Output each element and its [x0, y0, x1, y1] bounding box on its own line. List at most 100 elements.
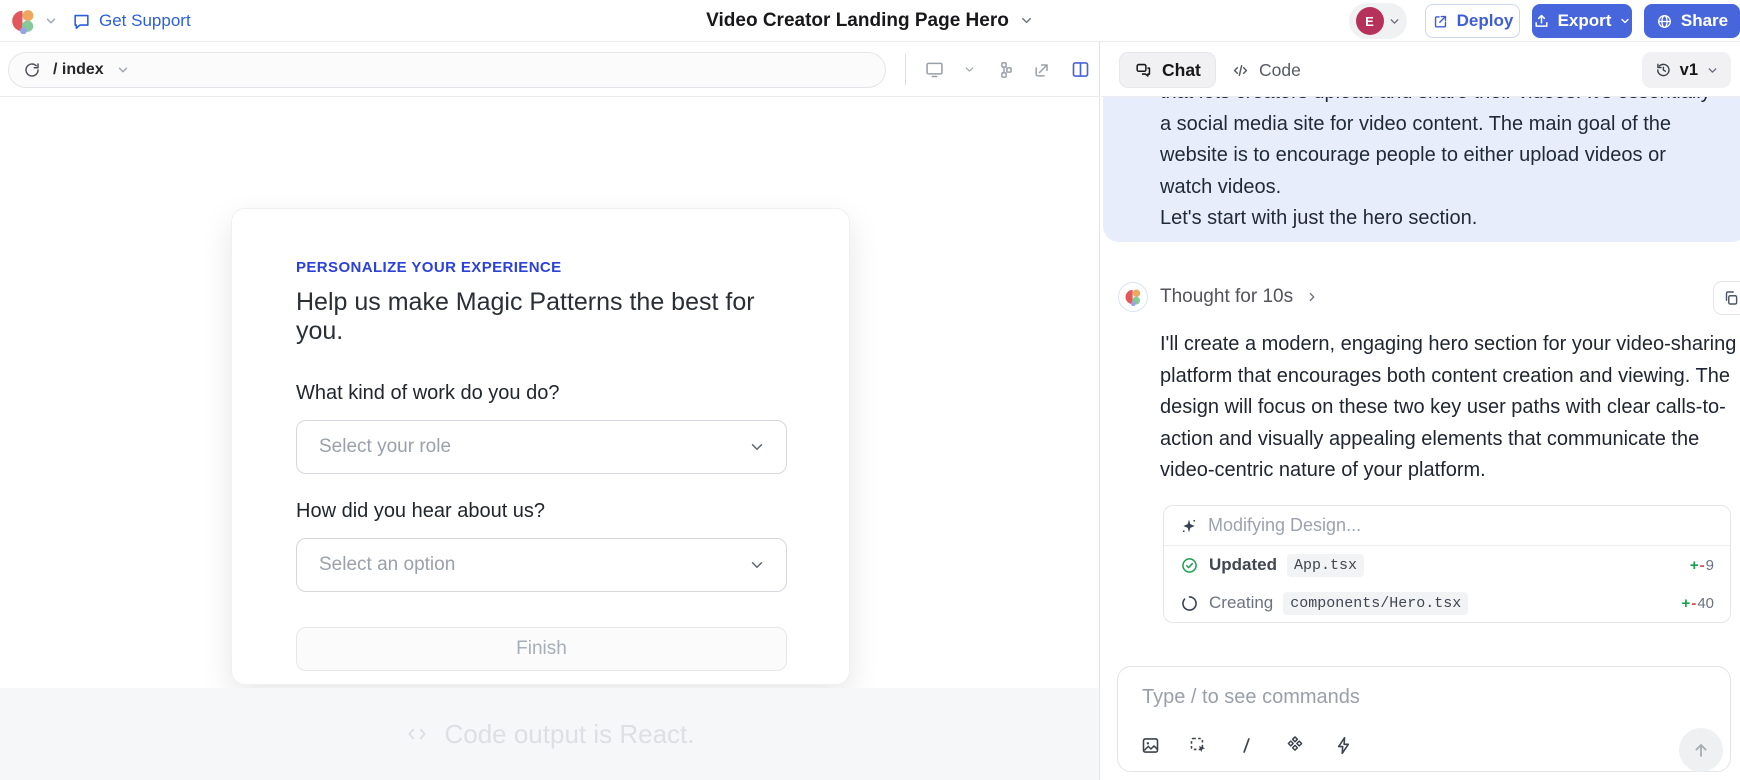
topbar: Get Support Video Creator Landing Page H… — [0, 0, 1740, 42]
account-menu[interactable]: E — [1349, 3, 1407, 39]
task-file: App.tsx — [1287, 554, 1364, 577]
deploy-label: Deploy — [1457, 11, 1514, 31]
component-tree-icon[interactable] — [994, 60, 1014, 80]
chevron-down-icon[interactable] — [963, 63, 976, 76]
version-label: v1 — [1680, 61, 1698, 80]
preview-canvas: PERSONALIZE YOUR EXPERIENCE Help us make… — [0, 97, 1099, 780]
get-support-label: Get Support — [99, 11, 191, 31]
diff-count: 9 — [1706, 557, 1714, 574]
chevron-down-icon — [1619, 15, 1631, 27]
slash-command-icon[interactable] — [1236, 735, 1257, 756]
route-selector[interactable]: / index — [8, 52, 886, 88]
chat-toolbar: Chat Code v1 — [1101, 42, 1740, 97]
chevron-down-icon — [1019, 13, 1034, 28]
chat-scroll-area[interactable]: that lets creators upload and share thei… — [1101, 97, 1740, 780]
history-icon — [1654, 61, 1672, 79]
role-question-label: What kind of work do you do? — [296, 382, 785, 405]
select-element-icon[interactable] — [1188, 735, 1209, 756]
code-output-watermark: Code output is React. — [0, 688, 1099, 780]
lightning-icon[interactable] — [1333, 735, 1354, 756]
app-root: Get Support Video Creator Landing Page H… — [0, 0, 1740, 780]
task-action: Creating — [1209, 593, 1273, 613]
magic-patterns-logo-icon — [10, 8, 36, 34]
user-message: that lets creators upload and share thei… — [1103, 97, 1740, 242]
share-button[interactable]: Share — [1644, 4, 1740, 38]
chevron-down-icon — [1388, 15, 1401, 28]
open-in-new-window-icon[interactable] — [1032, 60, 1052, 80]
task-row: Creating components/Hero.tsx + - 40 — [1164, 584, 1730, 622]
tab-chat-label: Chat — [1162, 60, 1201, 81]
device-preview-button[interactable] — [924, 59, 945, 80]
role-select-placeholder: Select your role — [319, 436, 451, 458]
deploy-button[interactable]: Deploy — [1425, 4, 1520, 38]
avatar: E — [1356, 7, 1384, 35]
chat-input[interactable] — [1142, 681, 1702, 713]
external-link-icon — [1432, 13, 1449, 30]
code-icon — [1231, 61, 1250, 80]
thought-label: Thought for 10s — [1160, 286, 1293, 308]
copy-message-button[interactable] — [1713, 281, 1740, 315]
diff-minus: - — [1691, 595, 1696, 612]
task-card: Modifying Design... Updated App.tsx + - … — [1163, 505, 1731, 623]
project-title-menu[interactable]: Video Creator Landing Page Hero — [706, 10, 1034, 32]
page-title: Video Creator Landing Page Hero — [706, 10, 1009, 32]
refresh-icon[interactable] — [23, 61, 41, 79]
task-card-title: Modifying Design... — [1208, 515, 1361, 536]
export-label: Export — [1558, 11, 1612, 31]
export-button[interactable]: Export — [1532, 4, 1632, 38]
chevron-down-icon — [116, 63, 130, 77]
upload-icon — [1533, 13, 1550, 30]
diff-plus: + — [1690, 557, 1699, 574]
task-row: Updated App.tsx + - 9 — [1164, 546, 1730, 584]
diff-count: 40 — [1697, 595, 1714, 612]
preview-toolbar: / index — [0, 42, 1099, 97]
referral-select-placeholder: Select an option — [319, 554, 455, 576]
attach-image-icon[interactable] — [1140, 735, 1161, 756]
personalize-modal: PERSONALIZE YOUR EXPERIENCE Help us make… — [231, 208, 850, 685]
diff-minus: - — [1700, 557, 1705, 574]
patterns-icon[interactable] — [1284, 734, 1306, 756]
chevron-down-icon — [44, 14, 58, 28]
user-message-text-2: Let's start with just the hero section. — [1160, 203, 1722, 235]
globe-icon — [1656, 13, 1673, 30]
workspace-menu[interactable] — [10, 8, 58, 34]
get-support-link[interactable]: Get Support — [72, 0, 191, 42]
thought-toggle[interactable]: Thought for 10s — [1118, 280, 1319, 314]
code-icon — [404, 721, 430, 747]
composer-toolbar — [1140, 734, 1354, 756]
tab-chat[interactable]: Chat — [1119, 52, 1216, 88]
assistant-avatar — [1118, 282, 1148, 312]
send-button[interactable] — [1679, 728, 1723, 772]
task-card-header: Modifying Design... — [1164, 506, 1730, 546]
composer — [1117, 666, 1731, 772]
modal-eyebrow: PERSONALIZE YOUR EXPERIENCE — [296, 259, 785, 276]
sparkle-icon — [1180, 517, 1198, 535]
task-file: components/Hero.tsx — [1283, 592, 1468, 615]
version-selector[interactable]: v1 — [1642, 52, 1731, 88]
user-message-text: that lets creators upload and share thei… — [1160, 97, 1722, 203]
diff-plus: + — [1682, 595, 1691, 612]
task-action: Updated — [1209, 555, 1277, 575]
tab-code[interactable]: Code — [1221, 52, 1311, 88]
share-label: Share — [1681, 11, 1728, 31]
chevron-right-icon — [1305, 290, 1319, 304]
referral-select[interactable]: Select an option — [296, 538, 787, 592]
referral-question-label: How did you hear about us? — [296, 500, 785, 523]
diff-stats: + - 40 — [1682, 595, 1714, 612]
toolbar-divider — [905, 54, 906, 85]
finish-button[interactable]: Finish — [296, 627, 787, 671]
split-view-icon[interactable] — [1070, 59, 1091, 80]
modal-heading: Help us make Magic Patterns the best for… — [296, 288, 785, 346]
watermark-text: Code output is React. — [444, 719, 694, 750]
check-circle-icon — [1180, 556, 1199, 575]
role-select[interactable]: Select your role — [296, 420, 787, 474]
arrow-up-icon — [1691, 740, 1711, 760]
spinner-icon — [1180, 594, 1199, 613]
chat-panel: Chat Code v1 that lets creators upl — [1101, 42, 1740, 780]
assistant-message: I'll create a modern, engaging hero sect… — [1160, 329, 1738, 487]
route-path: / index — [53, 61, 104, 79]
chevron-down-icon — [748, 556, 766, 574]
chat-bubbles-icon — [1134, 61, 1153, 80]
copy-icon — [1722, 289, 1740, 307]
support-chat-bubble-icon — [72, 12, 91, 31]
